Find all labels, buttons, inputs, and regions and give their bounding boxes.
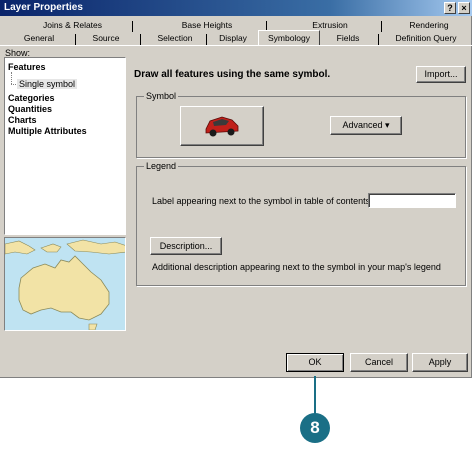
description-help-text: Additional description appearing next to… (152, 262, 441, 272)
title-bar: Layer Properties ? × (0, 0, 472, 16)
layer-properties-dialog: Layer Properties ? × Joins & Relates Bas… (0, 0, 472, 378)
advanced-button[interactable]: Advanced ▾ (330, 116, 402, 135)
symbol-preview-button[interactable] (180, 106, 264, 146)
tab-strip-edge (0, 45, 472, 46)
window-title: Layer Properties (4, 2, 83, 13)
step-callout: 8 (300, 413, 330, 443)
import-button[interactable]: Import... (416, 66, 466, 83)
cancel-button[interactable]: Cancel (350, 353, 408, 372)
label-prompt: Label appearing next to the symbol in ta… (152, 196, 373, 206)
tree-item-features[interactable]: Features (8, 62, 46, 72)
show-tree: Features Single symbol Categories Quanti… (4, 57, 126, 235)
tab-divider (75, 34, 76, 45)
help-button[interactable]: ? (444, 2, 456, 14)
advanced-button-label: Advanced (342, 120, 383, 130)
chevron-down-icon: ▾ (385, 120, 390, 130)
ok-button[interactable]: OK (286, 353, 344, 372)
close-icon[interactable]: × (458, 2, 470, 14)
map-preview (4, 237, 126, 331)
tab-divider (381, 21, 382, 32)
tab-divider (206, 34, 207, 45)
tab-fields[interactable]: Fields (330, 32, 366, 45)
tab-definition-query[interactable]: Definition Query (386, 32, 466, 45)
apply-button[interactable]: Apply (412, 353, 468, 372)
australia-map-icon (5, 238, 125, 330)
tree-item-single-symbol[interactable]: Single symbol (17, 79, 78, 89)
tree-item-charts[interactable]: Charts (8, 115, 37, 125)
red-car-icon (205, 116, 239, 137)
label-input[interactable] (368, 193, 456, 208)
tab-selection[interactable]: Selection (150, 32, 200, 45)
tree-item-multiple-attributes[interactable]: Multiple Attributes (8, 126, 87, 136)
tab-divider (132, 21, 133, 32)
tab-source[interactable]: Source (84, 32, 128, 45)
tab-divider (378, 34, 379, 45)
tab-symbology[interactable]: Symbology (258, 30, 320, 46)
renderer-heading: Draw all features using the same symbol. (134, 69, 331, 80)
tab-general[interactable]: General (14, 32, 64, 45)
legend-group-label: Legend (144, 161, 179, 171)
tab-rendering[interactable]: Rendering (393, 19, 465, 32)
description-button[interactable]: Description... (150, 237, 222, 255)
tab-base-heights[interactable]: Base Heights (162, 19, 252, 32)
tree-connector (11, 84, 16, 85)
symbol-group-label: Symbol (144, 91, 179, 101)
tree-connector (11, 72, 12, 84)
tab-display[interactable]: Display (212, 32, 254, 45)
tree-item-quantities[interactable]: Quantities (8, 104, 52, 114)
tab-joins-relates[interactable]: Joins & Relates (30, 19, 115, 32)
tab-divider (140, 34, 141, 45)
tree-item-categories[interactable]: Categories (8, 93, 55, 103)
